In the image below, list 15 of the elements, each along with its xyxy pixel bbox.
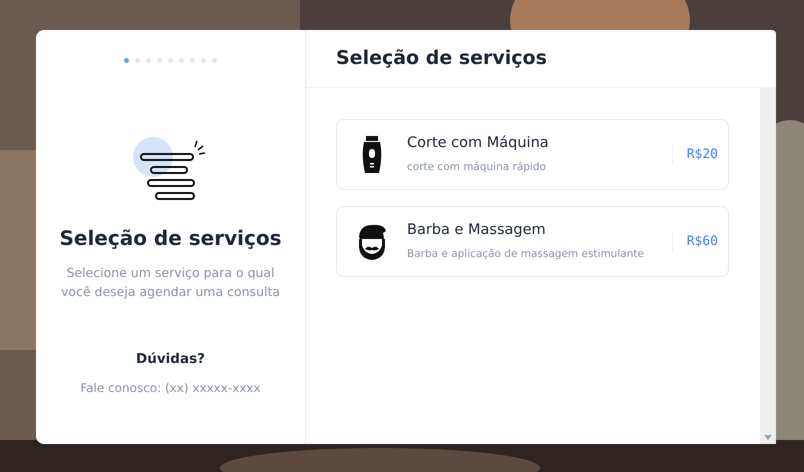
panel-title: Seleção de serviços: [336, 46, 547, 72]
service-description: Barba e aplicação de massagem estimulante: [407, 247, 645, 262]
hair-clipper-icon: [360, 134, 384, 174]
service-card[interactable]: Barba e Massagem Barba e aplicação de massagem estimulante R$60: [336, 206, 729, 277]
bearded-face-icon: [356, 222, 388, 260]
service-price: R$60: [686, 232, 718, 251]
sidebar-description: Selecione um serviço para o qual você deseja agendar uma consulta: [60, 264, 282, 301]
help-contact: Fale conosco: (xx) xxxxx-xxxx: [80, 380, 261, 398]
help-title: Dúvidas?: [136, 350, 205, 369]
sidebar-title: Seleção de serviços: [59, 225, 282, 252]
service-name: Barba e Massagem: [407, 221, 547, 240]
service-description: corte com máquina rápido: [407, 160, 547, 175]
service-name: Corte com Máquina: [407, 134, 550, 154]
service-card[interactable]: Corte com Máquina corte com máquina rápido R$20: [336, 119, 729, 190]
service-price: R$20: [686, 146, 718, 164]
